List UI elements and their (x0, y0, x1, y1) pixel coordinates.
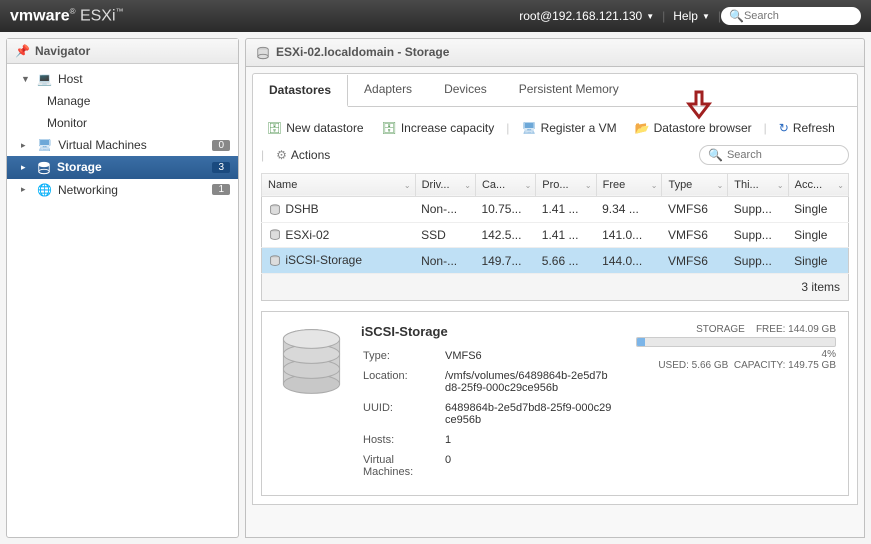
col-name[interactable]: Name⌄ (262, 173, 416, 196)
gear-icon: ⚙ (276, 148, 287, 162)
storage-icon (256, 45, 270, 60)
user-menu[interactable]: root@192.168.121.130 ▼ (519, 9, 654, 23)
col-free[interactable]: Free⌄ (596, 173, 662, 196)
expand-icon[interactable]: ▸ (21, 140, 31, 151)
detail-uuid-label: UUID: (363, 399, 443, 429)
detail-location-label: Location: (363, 367, 443, 397)
col-drive[interactable]: Driv...⌄ (415, 173, 475, 196)
tabs: Datastores Adapters Devices Persistent M… (252, 73, 858, 107)
pin-icon[interactable]: 📌 (15, 44, 30, 58)
search-icon: 🔍 (708, 148, 723, 162)
table-row[interactable]: DSHBNon-...10.75...1.41 ...9.34 ...VMFS6… (262, 196, 849, 222)
datastore-search[interactable]: 🔍 (699, 145, 849, 165)
datastore-large-icon (274, 324, 349, 483)
chevron-down-icon: ▼ (702, 12, 710, 21)
detail-hosts-value: 1 (445, 431, 622, 449)
col-thin[interactable]: Thi...⌄ (728, 173, 788, 196)
tab-persistent-memory[interactable]: Persistent Memory (503, 74, 635, 106)
host-icon: 💻 (37, 72, 52, 86)
expand-icon[interactable]: ▸ (21, 184, 31, 195)
datastore-increase-icon: 🗄 (382, 121, 397, 135)
help-menu[interactable]: Help ▼ (673, 9, 710, 23)
navigator-panel: 📌 Navigator ▼ 💻 Host Manage Monitor ▸ 🖥 … (6, 38, 239, 538)
table-row[interactable]: ESXi-02SSD142.5...1.41 ...141.0...VMFS6S… (262, 222, 849, 248)
datastore-search-input[interactable] (727, 149, 837, 161)
search-icon: 🔍 (729, 9, 744, 23)
datastore-detail: iSCSI-Storage Type:VMFS6 Location:/vmfs/… (261, 311, 849, 496)
nav-host[interactable]: ▼ 💻 Host (7, 68, 238, 90)
nav-monitor[interactable]: Monitor (7, 112, 238, 134)
storage-usage: STORAGE FREE: 144.09 GB 4% USED: 5.66 GB… (636, 324, 836, 483)
nav-storage[interactable]: ▸ Storage 3 (7, 156, 238, 179)
global-search-input[interactable] (744, 10, 844, 22)
detail-uuid-value: 6489864b-2e5d7bd8-25f9-000c29ce956b (445, 399, 622, 429)
detail-type-value: VMFS6 (445, 347, 622, 365)
network-icon: 🌐 (37, 183, 52, 197)
nav-networking[interactable]: ▸ 🌐 Networking 1 (7, 179, 238, 201)
global-search[interactable]: 🔍 (721, 7, 861, 25)
tab-devices[interactable]: Devices (428, 74, 503, 106)
datastore-browser-button[interactable]: 📂 Datastore browser (629, 119, 758, 137)
detail-title: iSCSI-Storage (361, 324, 624, 339)
col-type[interactable]: Type⌄ (662, 173, 728, 196)
vm-icon: 🖥 (37, 138, 52, 152)
topbar: vmware® ESXi™ root@192.168.121.130 ▼ | H… (0, 0, 871, 32)
browser-icon: 📂 (635, 121, 650, 135)
nav-manage[interactable]: Manage (7, 90, 238, 112)
toolbar: 🗄 New datastore 🗄 Increase capacity | 🖥 … (261, 115, 849, 145)
refresh-icon: ↻ (779, 121, 789, 135)
actions-button[interactable]: ⚙ Actions (270, 146, 336, 164)
col-capacity[interactable]: Ca...⌄ (475, 173, 535, 196)
navigator-header: 📌 Navigator (7, 39, 238, 64)
tab-adapters[interactable]: Adapters (348, 74, 428, 106)
datastore-add-icon: 🗄 (267, 121, 282, 135)
content-panel: ESXi-02.localdomain - Storage Datastores… (245, 38, 865, 538)
col-provisioned[interactable]: Pro...⌄ (536, 173, 596, 196)
refresh-button[interactable]: ↻ Refresh (773, 119, 841, 137)
detail-vms-label: Virtual Machines: (363, 451, 443, 481)
storage-bar (636, 337, 836, 347)
tab-datastores[interactable]: Datastores (253, 75, 348, 107)
vmware-logo: vmware® ESXi™ (10, 7, 124, 25)
increase-capacity-button[interactable]: 🗄 Increase capacity (376, 119, 501, 137)
detail-location-value: /vmfs/volumes/6489864b-2e5d7bd8-25f9-000… (445, 367, 622, 397)
storage-count-badge: 3 (212, 162, 230, 173)
grid-footer: 3 items (261, 274, 849, 301)
detail-hosts-label: Hosts: (363, 431, 443, 449)
col-access[interactable]: Acc...⌄ (788, 173, 848, 196)
collapse-icon[interactable]: ▼ (21, 74, 31, 84)
chevron-down-icon: ▼ (646, 12, 654, 21)
table-row[interactable]: iSCSI-StorageNon-...149.7...5.66 ...144.… (262, 248, 849, 274)
vm-count-badge: 0 (212, 140, 230, 151)
network-count-badge: 1 (212, 184, 230, 195)
detail-vms-value: 0 (445, 451, 622, 481)
storage-icon (37, 160, 51, 175)
content-header: ESXi-02.localdomain - Storage (245, 38, 865, 67)
datastore-grid: Name⌄ Driv...⌄ Ca...⌄ Pro...⌄ Free⌄ Type… (261, 173, 849, 274)
detail-type-label: Type: (363, 347, 443, 365)
vm-register-icon: 🖥 (521, 121, 536, 135)
nav-virtual-machines[interactable]: ▸ 🖥 Virtual Machines 0 (7, 134, 238, 156)
new-datastore-button[interactable]: 🗄 New datastore (261, 119, 370, 137)
expand-icon[interactable]: ▸ (21, 162, 31, 173)
register-vm-button[interactable]: 🖥 Register a VM (515, 119, 622, 137)
